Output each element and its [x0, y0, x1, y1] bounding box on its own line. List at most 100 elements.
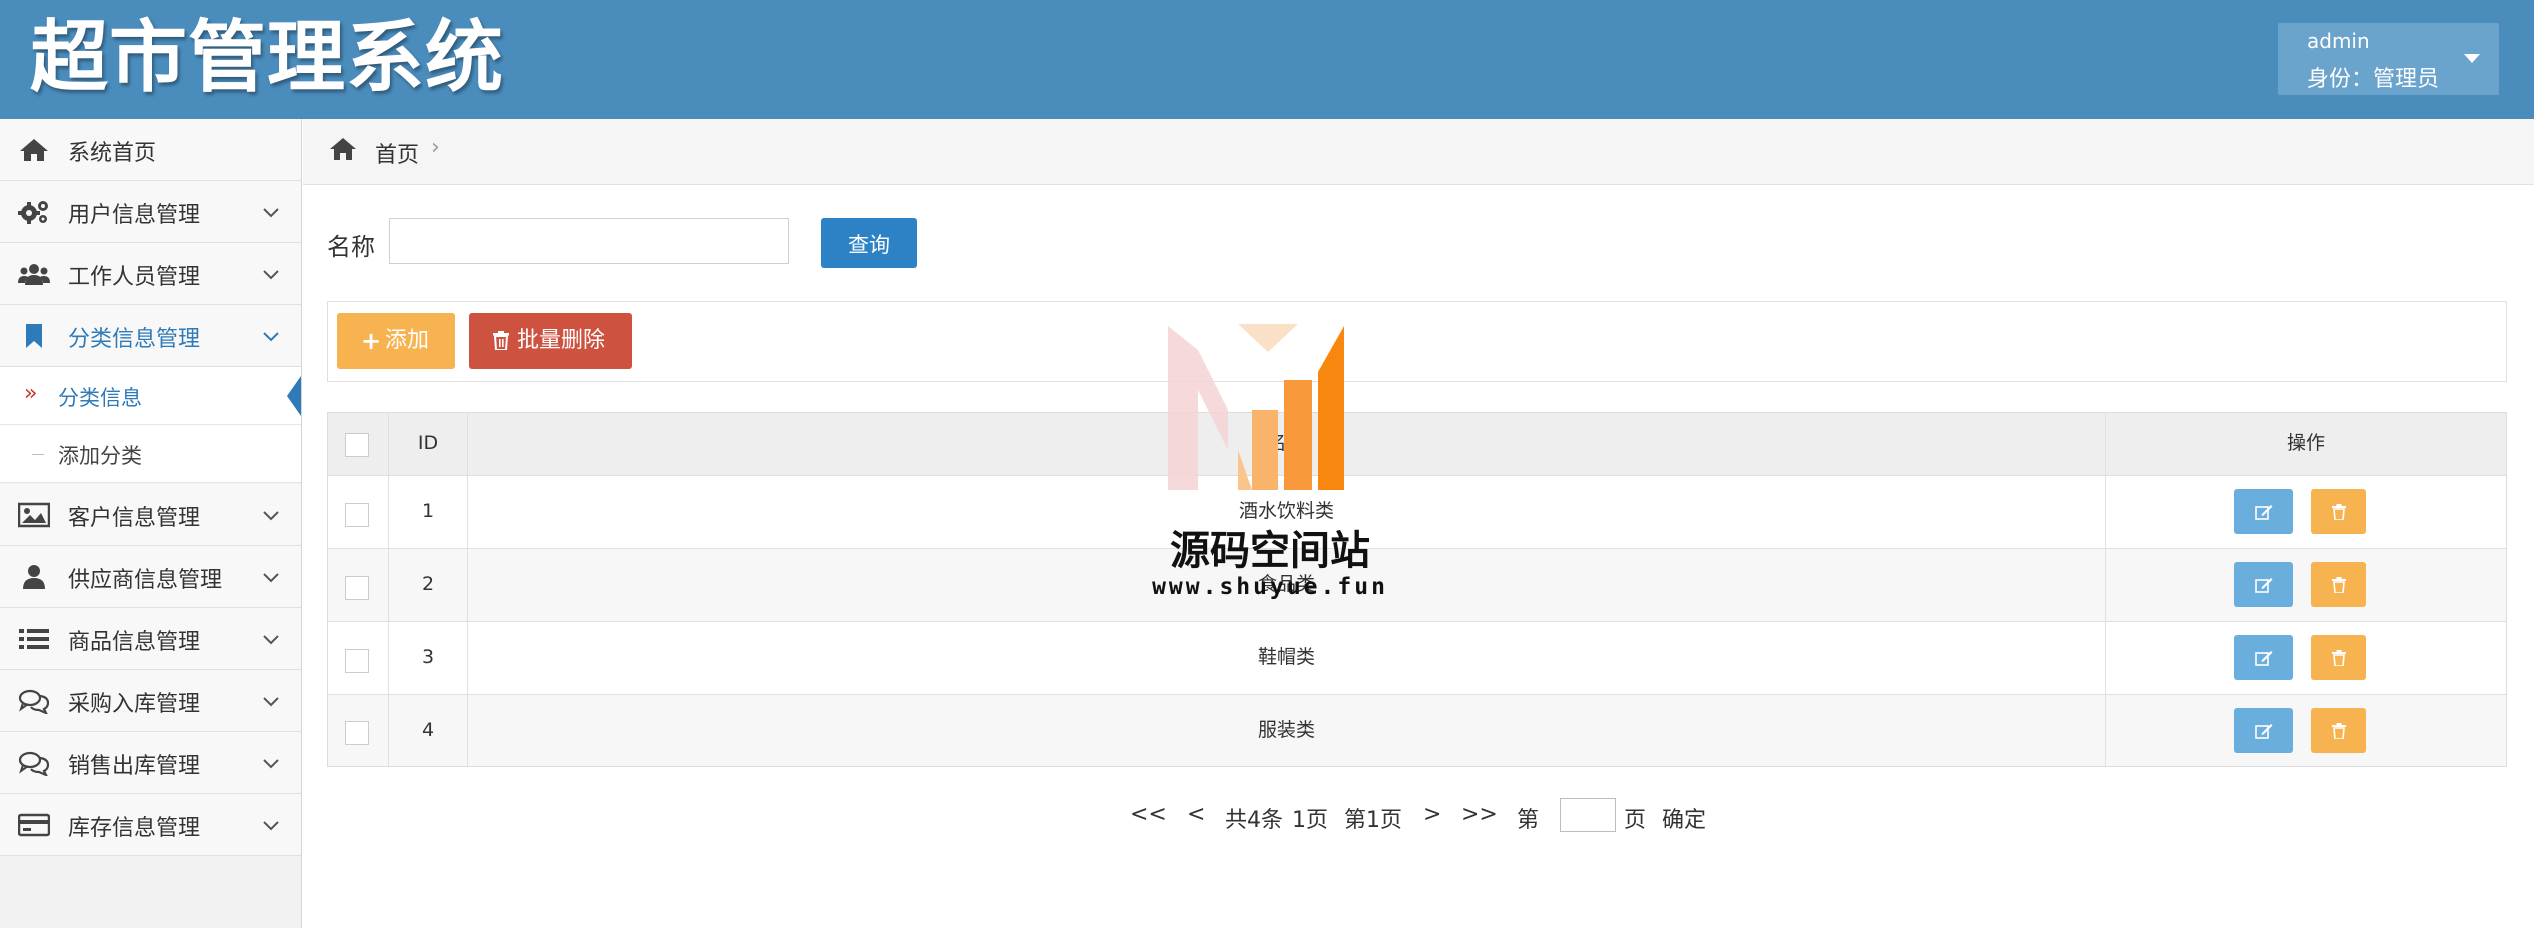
sidebar-subitem-label: 添加分类: [58, 444, 142, 468]
breadcrumb: 首页 ›: [303, 119, 2534, 185]
home-icon: [330, 138, 356, 160]
chevron-down-icon: [263, 270, 279, 280]
chevron-down-icon: [263, 759, 279, 769]
batch-delete-button[interactable]: 批量删除: [469, 313, 632, 369]
table-row: 4 服装类: [328, 695, 2506, 766]
sidebar-item-staff[interactable]: 工作人员管理: [0, 243, 301, 305]
trash-icon: [2331, 576, 2346, 593]
search-input[interactable]: [389, 218, 789, 264]
row-id: 4: [421, 719, 435, 741]
query-button[interactable]: 查询: [821, 218, 917, 268]
top-header: 超市管理系统 admin 身份：管理员: [0, 0, 2534, 119]
row-id: 2: [421, 573, 435, 595]
dash-icon: [32, 454, 44, 455]
row-checkbox[interactable]: [345, 503, 369, 527]
prev-page-link[interactable]: <: [1187, 802, 1205, 827]
row-checkbox[interactable]: [345, 721, 369, 745]
sidebar-item-label: 用户信息管理: [68, 203, 201, 228]
sidebar-item-label: 系统首页: [68, 141, 157, 166]
home-icon: [20, 139, 48, 161]
plus-icon: +: [361, 327, 382, 355]
user-menu[interactable]: admin 身份：管理员: [2278, 23, 2499, 95]
chevron-down-icon: [263, 573, 279, 583]
edit-button[interactable]: [2234, 562, 2293, 607]
edit-button[interactable]: [2234, 708, 2293, 753]
edit-icon: [2254, 504, 2272, 520]
delete-button[interactable]: [2311, 635, 2366, 680]
last-page-link[interactable]: >>: [1461, 802, 1498, 827]
column-header-actions: 操作: [2286, 432, 2325, 454]
sidebar-item-label: 采购入库管理: [68, 692, 201, 717]
breadcrumb-home-link[interactable]: 首页: [375, 137, 419, 169]
users-icon: [18, 264, 50, 285]
sidebar-item-label: 商品信息管理: [68, 630, 201, 655]
sidebar-item-inventory[interactable]: 库存信息管理: [0, 794, 301, 856]
edit-button[interactable]: [2234, 635, 2293, 680]
row-id: 3: [421, 646, 435, 668]
sidebar-item-purchase[interactable]: 采购入库管理: [0, 670, 301, 732]
sidebar-subitem-add-category[interactable]: 添加分类: [0, 425, 301, 483]
edit-icon: [2254, 723, 2272, 739]
row-checkbox[interactable]: [345, 649, 369, 673]
chevron-down-icon: [263, 208, 279, 218]
sidebar-item-customers[interactable]: 客户信息管理: [0, 484, 301, 546]
sidebar-item-users[interactable]: 用户信息管理: [0, 181, 301, 243]
delete-button[interactable]: [2311, 489, 2366, 534]
bookmark-icon: [26, 324, 42, 348]
sidebar-item-sales[interactable]: 销售出库管理: [0, 732, 301, 794]
goto-confirm-button[interactable]: 确定: [1662, 802, 1706, 834]
trash-icon: [493, 331, 509, 350]
sidebar-item-label: 销售出库管理: [68, 754, 201, 779]
watermark-logo: [1168, 324, 1344, 490]
double-chevron-right-icon: »: [24, 381, 38, 406]
sidebar-item-products[interactable]: 商品信息管理: [0, 608, 301, 670]
row-name: 鞋帽类: [1257, 646, 1315, 668]
chevron-down-icon: [263, 332, 279, 342]
watermark: 源码空间站 www.shuyue.fun: [1150, 320, 1390, 610]
caret-down-icon: [2464, 54, 2480, 63]
add-button[interactable]: + 添加: [337, 313, 455, 369]
breadcrumb-separator: ›: [431, 135, 440, 160]
sidebar-item-category[interactable]: 分类信息管理: [0, 305, 301, 367]
column-header-id: ID: [417, 432, 439, 454]
toolbar: + 添加 批量删除: [327, 301, 2507, 382]
watermark-title: 源码空间站: [1170, 528, 1370, 574]
edit-icon: [2254, 577, 2272, 593]
add-button-label: 添加: [385, 328, 430, 353]
current-page: 第1页: [1344, 808, 1402, 833]
search-label: 名称: [327, 233, 375, 261]
trash-icon: [2331, 503, 2346, 520]
delete-button[interactable]: [2311, 708, 2366, 753]
sidebar-subitem-category-info[interactable]: » 分类信息: [0, 367, 301, 425]
sidebar-item-label: 分类信息管理: [68, 327, 201, 352]
gears-icon: [18, 201, 48, 224]
chevron-down-icon: [263, 821, 279, 831]
comments-icon: [18, 751, 50, 776]
select-all-checkbox[interactable]: [345, 433, 369, 457]
sidebar-item-label: 供应商信息管理: [68, 568, 223, 593]
total-pages: 1页: [1292, 808, 1328, 833]
comments-icon: [18, 689, 50, 714]
table-row: 2 食品类: [328, 549, 2506, 622]
sidebar: 系统首页 用户信息管理 工作人员管理 分类信息管理 » 分类信息 添加分类 客户…: [0, 119, 302, 928]
table-row: 3 鞋帽类: [328, 622, 2506, 695]
goto-prefix: 第: [1517, 808, 1540, 833]
category-table: ID 名称 操作 1 酒水饮料类 2 食品类 3: [327, 412, 2507, 767]
sidebar-item-home[interactable]: 系统首页: [0, 119, 301, 181]
app-title: 超市管理系统: [30, 13, 505, 103]
trash-icon: [2331, 722, 2346, 739]
edit-icon: [2254, 650, 2272, 666]
sidebar-item-suppliers[interactable]: 供应商信息管理: [0, 546, 301, 608]
next-page-link[interactable]: >: [1423, 802, 1441, 827]
goto-page-input[interactable]: [1560, 798, 1616, 832]
user-name: admin: [2307, 29, 2370, 53]
goto-suffix: 页: [1624, 808, 1647, 833]
active-indicator: [287, 376, 301, 416]
edit-button[interactable]: [2234, 489, 2293, 534]
row-checkbox[interactable]: [345, 576, 369, 600]
table-row: 1 酒水饮料类: [328, 476, 2506, 549]
chevron-down-icon: [263, 635, 279, 645]
list-icon: [19, 629, 49, 649]
first-page-link[interactable]: <<: [1130, 802, 1167, 827]
delete-button[interactable]: [2311, 562, 2366, 607]
